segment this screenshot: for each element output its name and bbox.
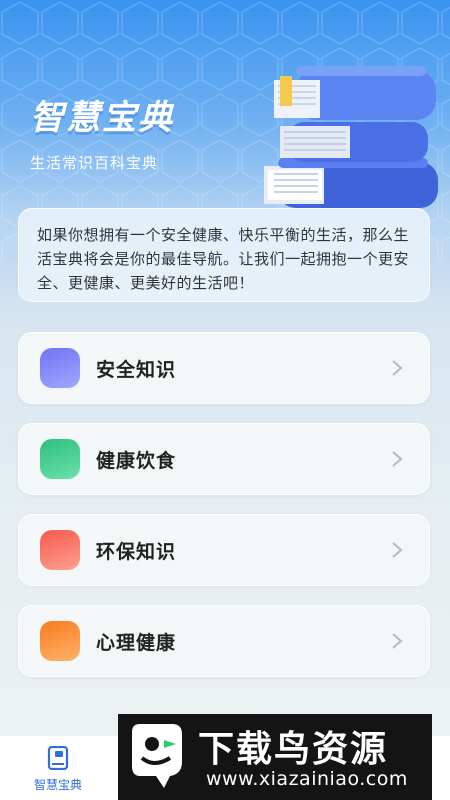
- menu-item-diet[interactable]: 健康饮食: [18, 423, 430, 495]
- watermark-banner: 下载鸟资源 www.xiazainiao.com: [118, 714, 432, 800]
- app-title: 智慧宝典: [30, 98, 174, 138]
- menu-item-mind[interactable]: 心理健康: [18, 605, 430, 677]
- chevron-right-icon: [392, 451, 403, 467]
- menu-item-eco[interactable]: 环保知识: [18, 514, 430, 586]
- watermark-title: 下载鸟资源: [198, 729, 389, 770]
- menu-item-label: 心理健康: [96, 631, 177, 654]
- intro-text: 如果你想拥有一个安全健康、快乐平衡的生活，那么生活宝典将会是你的最佳导航。让我们…: [37, 226, 410, 292]
- intro-card: 如果你想拥有一个安全健康、快乐平衡的生活，那么生活宝典将会是你的最佳导航。让我们…: [18, 208, 430, 302]
- menu-item-safety[interactable]: 安全知识: [18, 332, 430, 404]
- menu-item-label: 安全知识: [96, 358, 177, 381]
- chevron-right-icon: [392, 542, 403, 558]
- safety-icon: [40, 348, 80, 388]
- chevron-right-icon: [392, 360, 403, 376]
- diet-icon: [40, 439, 80, 479]
- menu-item-label: 健康饮食: [96, 449, 177, 472]
- book-icon: [47, 746, 69, 770]
- tab-wisdom[interactable]: 智慧宝典: [20, 736, 96, 800]
- app-subtitle: 生活常识百科宝典: [30, 154, 159, 172]
- books-illustration: [264, 66, 438, 208]
- watermark-url: www.xiazainiao.com: [206, 768, 408, 790]
- eco-icon: [40, 530, 80, 570]
- menu-item-label: 环保知识: [96, 540, 177, 563]
- mind-icon: [40, 621, 80, 661]
- tab-label: 智慧宝典: [33, 778, 82, 792]
- chevron-right-icon: [392, 633, 403, 649]
- bird-logo-icon: [132, 724, 182, 788]
